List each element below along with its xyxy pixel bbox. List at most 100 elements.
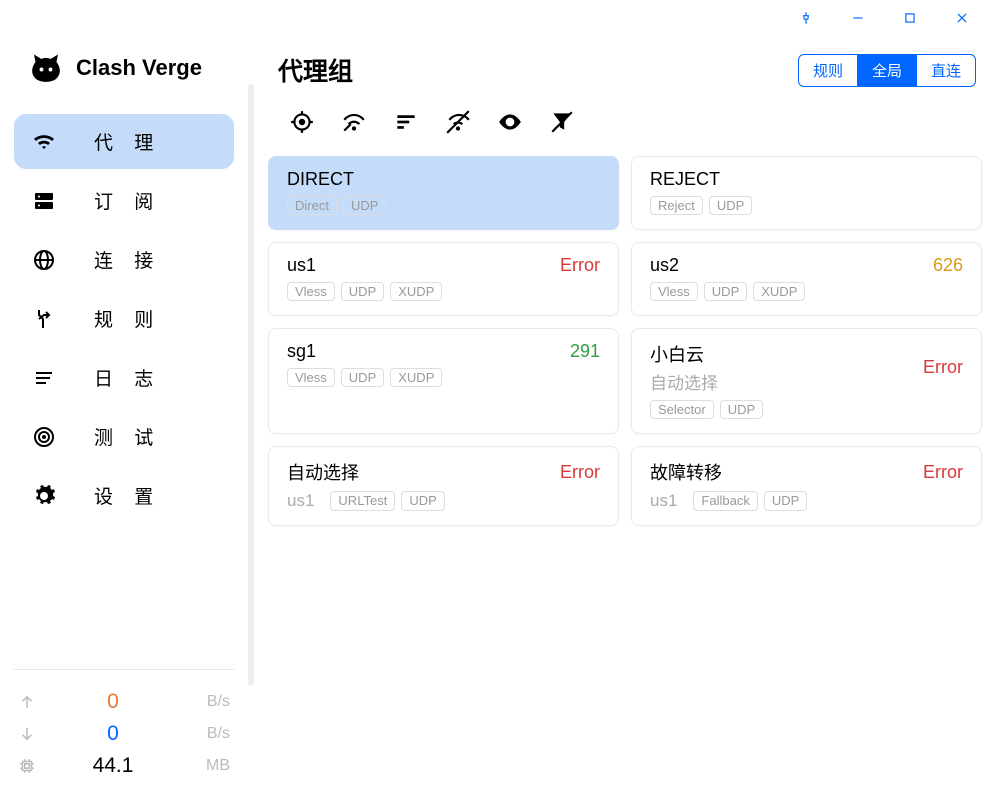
proxy-status: 291 — [570, 341, 600, 362]
delay-button[interactable] — [442, 106, 474, 138]
proxy-sub: us1 — [287, 491, 314, 511]
badge: XUDP — [390, 282, 442, 301]
proxy-name: sg1 — [287, 341, 316, 362]
proxy-status: Error — [560, 255, 600, 276]
badge-row: us1 URLTest UDP — [287, 491, 600, 511]
badge: UDP — [764, 491, 807, 511]
sidebar-item-connections[interactable]: 连 接 — [14, 232, 234, 287]
download-value: 0 — [36, 722, 190, 746]
badge: URLTest — [330, 491, 395, 511]
logo: Clash Verge — [0, 50, 248, 114]
filter-off-button[interactable] — [546, 106, 578, 138]
proxy-card[interactable]: 小白云自动选择 Error Selector UDP — [631, 328, 982, 434]
proxy-card[interactable]: DIRECT Direct UDP — [268, 156, 619, 230]
proxy-sub: 自动选择 — [650, 369, 718, 394]
locate-button[interactable] — [286, 106, 318, 138]
proxy-name: DIRECT — [287, 169, 354, 190]
proxy-card[interactable]: 自动选择Errorus1URLTestUDP — [268, 446, 619, 526]
proxy-name: 故障转移 — [650, 459, 722, 485]
badge: UDP — [343, 196, 386, 215]
titlebar — [0, 0, 1000, 36]
proxy-grid: DIRECTDirectUDPREJECTRejectUDPus1ErrorVl… — [268, 152, 982, 530]
badge: UDP — [341, 368, 384, 387]
nav: 代 理 订 阅 连 接 规 则 日 志 测 试 — [0, 114, 248, 653]
divider — [14, 669, 234, 670]
badge: UDP — [401, 491, 444, 511]
sidebar-item-rules[interactable]: 规 则 — [14, 291, 234, 346]
badge-row: VlessUDPXUDP — [650, 282, 963, 301]
mode-tabs: 规则 全局 直连 — [798, 54, 976, 87]
minimize-button[interactable] — [844, 4, 872, 32]
stat-memory: 44.1 MB — [14, 750, 234, 782]
proxy-card[interactable]: REJECT RejectUDP — [631, 156, 982, 230]
proxy-card[interactable]: us2626VlessUDPXUDP — [631, 242, 982, 316]
proxy-card[interactable]: 故障转移 Error us1FallbackUDP — [631, 446, 982, 526]
badge: UDP — [720, 400, 763, 419]
badge-row: Direct UDP — [287, 196, 600, 215]
badge-row: Vless UDP XUDP — [287, 368, 600, 387]
proxy-sub: us1 — [650, 491, 677, 511]
badge-row: Selector UDP — [650, 400, 963, 419]
download-unit: B/s — [190, 725, 230, 743]
sort-button[interactable] — [390, 106, 422, 138]
sidebar-item-label: 连 接 — [94, 246, 161, 273]
sidebar-item-proxy[interactable]: 代 理 — [14, 114, 234, 169]
traffic-stats: 0 B/s 0 B/s 44.1 MB — [0, 686, 248, 796]
main-header: 代理组 规则 全局 直连 — [268, 36, 982, 104]
arrow-up-icon — [18, 693, 36, 711]
badge: XUDP — [753, 282, 805, 301]
wifi-icon — [32, 130, 56, 154]
badge-row: RejectUDP — [650, 196, 963, 215]
proxy-status: Error — [923, 462, 963, 483]
pin-button[interactable] — [792, 4, 820, 32]
badge: Direct — [287, 196, 337, 215]
badge: Vless — [650, 282, 698, 301]
logs-icon — [32, 366, 56, 390]
speedtest-button[interactable] — [338, 106, 370, 138]
sidebar-item-label: 代 理 — [94, 128, 161, 155]
proxy-status: Error — [560, 462, 600, 483]
proxy-name: us2 — [650, 255, 679, 276]
sidebar-item-label: 测 试 — [94, 423, 161, 450]
badge: Selector — [650, 400, 714, 419]
tab-rule[interactable]: 规则 — [799, 55, 858, 86]
badge: XUDP — [390, 368, 442, 387]
close-button[interactable] — [948, 4, 976, 32]
sidebar-item-label: 订 阅 — [94, 187, 161, 214]
proxy-status: Error — [923, 357, 963, 378]
logo-icon — [28, 50, 64, 86]
sidebar-item-logs[interactable]: 日 志 — [14, 350, 234, 405]
sidebar-item-settings[interactable]: 设 置 — [14, 468, 234, 523]
toolbar — [268, 104, 982, 152]
proxy-card[interactable]: us1ErrorVlessUDPXUDP — [268, 242, 619, 316]
stat-download: 0 B/s — [14, 718, 234, 750]
sidebar-item-test[interactable]: 测 试 — [14, 409, 234, 464]
target-icon — [32, 425, 56, 449]
globe-icon — [32, 248, 56, 272]
proxy-name: 小白云 — [650, 341, 718, 367]
app-title: Clash Verge — [76, 55, 202, 81]
badge: Vless — [287, 368, 335, 387]
upload-unit: B/s — [190, 693, 230, 711]
page-title: 代理组 — [278, 52, 353, 88]
chip-icon — [18, 757, 36, 775]
proxy-card[interactable]: sg1 291 Vless UDP XUDP — [268, 328, 619, 434]
tab-direct[interactable]: 直连 — [917, 55, 975, 86]
badge-row: us1FallbackUDP — [650, 491, 963, 511]
arrow-down-icon — [18, 725, 36, 743]
upload-value: 0 — [36, 690, 190, 714]
main-panel: 代理组 规则 全局 直连 DIRECT Direct UDP REJECT Reject… — [254, 36, 1000, 796]
server-icon — [32, 189, 56, 213]
sidebar-item-label: 日 志 — [94, 364, 161, 391]
badge-row: VlessUDPXUDP — [287, 282, 600, 301]
stat-upload: 0 B/s — [14, 686, 234, 718]
badge: Reject — [650, 196, 703, 215]
sidebar-item-label: 规 则 — [94, 305, 161, 332]
proxy-name: REJECT — [650, 169, 720, 190]
tab-global[interactable]: 全局 — [858, 55, 917, 86]
proxy-name: us1 — [287, 255, 316, 276]
badge: UDP — [341, 282, 384, 301]
visibility-button[interactable] — [494, 106, 526, 138]
sidebar-item-profiles[interactable]: 订 阅 — [14, 173, 234, 228]
maximize-button[interactable] — [896, 4, 924, 32]
